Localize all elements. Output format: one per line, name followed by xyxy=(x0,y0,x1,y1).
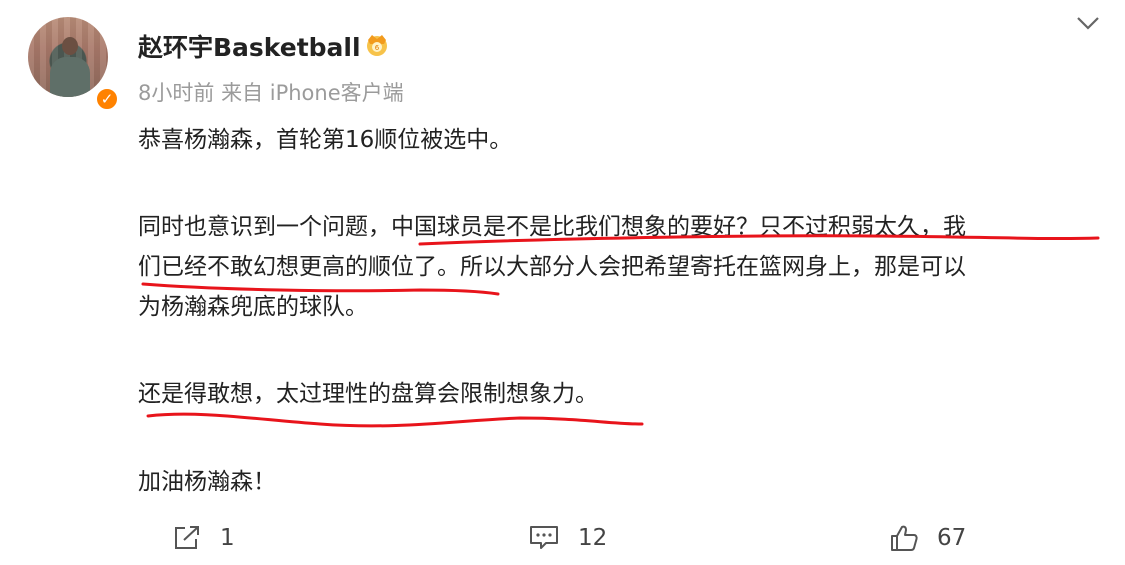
avatar[interactable] xyxy=(28,17,108,97)
post-paragraph-1: 恭喜杨瀚森，首轮第16顺位被选中。 xyxy=(138,127,513,153)
post-paragraph-2: 同时也意识到一个问题，中国球员是不是比我们想象的要好？只不过积弱太久，我 们已经… xyxy=(138,207,966,327)
author-name[interactable]: 赵环宇Basketball xyxy=(138,28,361,64)
crown-badge-icon[interactable]: 6 xyxy=(363,31,391,57)
post-paragraph-4: 加油杨瀚森！ xyxy=(138,469,276,495)
avatar-head xyxy=(62,37,78,55)
weibo-post: ✓ 赵环宇Basketball 6 8小时前 来自 iPhone客户端 恭喜杨瀚… xyxy=(0,0,1125,565)
comment-count: 12 xyxy=(578,525,608,551)
chevron-down-icon[interactable] xyxy=(1073,10,1103,36)
post-paragraph-3: 还是得敢想，太过理性的盘算会限制想象力。 xyxy=(138,381,598,407)
post-time: 8小时前 xyxy=(138,81,215,105)
paragraph-line: 同时也意识到一个问题，中国球员是不是比我们想象的要好？只不过积弱太久，我 xyxy=(138,214,966,240)
share-button[interactable]: 1 xyxy=(172,518,235,558)
comment-icon xyxy=(530,526,558,549)
svg-text:6: 6 xyxy=(375,44,380,52)
paragraph-line: 为杨瀚森兜底的球队。 xyxy=(138,294,368,320)
post-meta: 8小时前 来自 iPhone客户端 xyxy=(138,77,404,107)
verified-icon: ✓ xyxy=(95,87,119,111)
post-source: 来自 iPhone客户端 xyxy=(221,81,404,105)
share-count: 1 xyxy=(220,525,235,551)
underline-stroke xyxy=(146,412,644,428)
like-button[interactable]: 67 xyxy=(889,518,966,558)
like-count: 67 xyxy=(937,525,967,551)
comment-button[interactable]: 12 xyxy=(528,518,607,558)
avatar-figure xyxy=(50,57,90,97)
paragraph-line: 们已经不敢幻想更高的顺位了。所以大部分人会把希望寄托在篮网身上，那是可以 xyxy=(138,254,966,280)
like-icon xyxy=(891,525,918,551)
share-icon xyxy=(175,526,199,549)
